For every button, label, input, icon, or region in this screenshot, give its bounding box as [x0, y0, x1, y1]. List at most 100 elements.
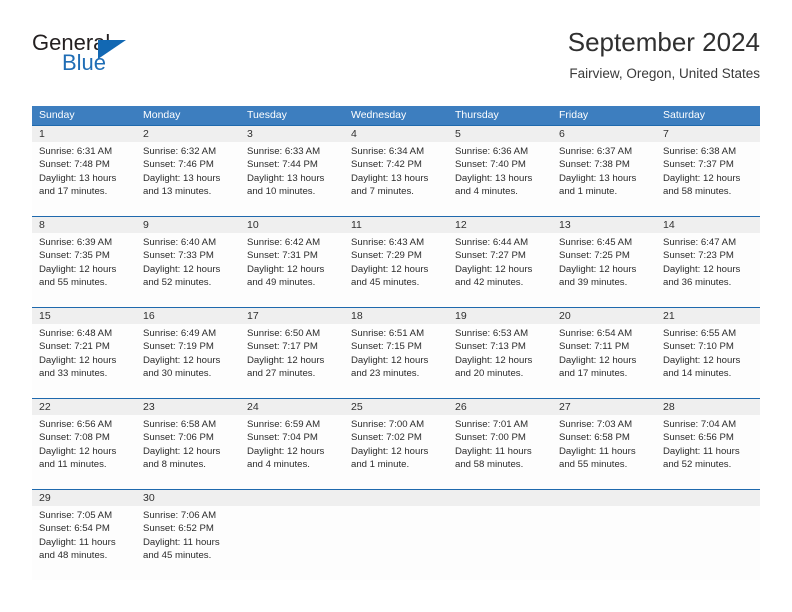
sunrise-text: Sunrise: 6:32 AM [143, 146, 217, 157]
day-cell[interactable]: Sunrise: 6:31 AM Sunset: 7:48 PM Dayligh… [32, 142, 136, 216]
week-row: 1 2 3 4 5 6 7 Sunrise: 6:31 AM Sunset: 7… [32, 125, 760, 216]
day-number: 4 [351, 128, 357, 140]
day-number: 17 [247, 310, 259, 322]
day-cell[interactable]: Sunrise: 6:48 AM Sunset: 7:21 PM Dayligh… [32, 324, 136, 398]
day-cell[interactable]: Sunrise: 6:44 AM Sunset: 7:27 PM Dayligh… [448, 233, 552, 307]
day-cell[interactable]: Sunrise: 6:32 AM Sunset: 7:46 PM Dayligh… [136, 142, 240, 216]
daylight-text-line1: Daylight: 12 hours [39, 445, 117, 457]
day-cell[interactable]: Sunrise: 6:38 AM Sunset: 7:37 PM Dayligh… [656, 142, 760, 216]
week-body: Sunrise: 6:39 AM Sunset: 7:35 PM Dayligh… [32, 233, 760, 307]
daylight-text-line2: and 33 minutes. [39, 368, 108, 380]
brand-logo[interactable]: General Blue [32, 30, 152, 78]
daylight-text-line2: and 4 minutes. [455, 186, 518, 198]
day-cell[interactable]: Sunrise: 6:58 AM Sunset: 7:06 PM Dayligh… [136, 415, 240, 489]
daylight-text-line2: and 55 minutes. [39, 277, 108, 289]
day-cell[interactable]: Sunrise: 6:49 AM Sunset: 7:19 PM Dayligh… [136, 324, 240, 398]
daylight-text-line2: and 52 minutes. [143, 277, 212, 289]
daylight-text-line2: and 7 minutes. [351, 186, 414, 198]
sunrise-text: Sunrise: 7:03 AM [559, 419, 633, 430]
day-cell[interactable]: Sunrise: 6:34 AM Sunset: 7:42 PM Dayligh… [344, 142, 448, 216]
daylight-text-line2: and 17 minutes. [559, 368, 628, 380]
sunrise-text: Sunrise: 7:04 AM [663, 419, 737, 430]
day-cell[interactable]: Sunrise: 6:47 AM Sunset: 7:23 PM Dayligh… [656, 233, 760, 307]
sunrise-text: Sunrise: 6:50 AM [247, 328, 321, 339]
day-cell[interactable]: Sunrise: 6:45 AM Sunset: 7:25 PM Dayligh… [552, 233, 656, 307]
daylight-text-line2: and 49 minutes. [247, 277, 316, 289]
calendar-grid: Sunday Monday Tuesday Wednesday Thursday… [32, 106, 760, 580]
day-cell-empty [240, 506, 344, 580]
daylight-text-line1: Daylight: 11 hours [559, 445, 636, 457]
sunrise-text: Sunrise: 6:59 AM [247, 419, 321, 430]
week-body: Sunrise: 7:05 AM Sunset: 6:54 PM Dayligh… [32, 506, 760, 580]
day-cell[interactable]: Sunrise: 6:54 AM Sunset: 7:11 PM Dayligh… [552, 324, 656, 398]
day-cell[interactable]: Sunrise: 6:53 AM Sunset: 7:13 PM Dayligh… [448, 324, 552, 398]
daylight-text-line1: Daylight: 12 hours [663, 263, 741, 275]
sunset-text: Sunset: 7:48 PM [39, 159, 110, 171]
day-cell[interactable]: Sunrise: 6:55 AM Sunset: 7:10 PM Dayligh… [656, 324, 760, 398]
sunset-text: Sunset: 7:44 PM [247, 159, 318, 171]
day-cell[interactable]: Sunrise: 7:05 AM Sunset: 6:54 PM Dayligh… [32, 506, 136, 580]
day-cell[interactable]: Sunrise: 6:37 AM Sunset: 7:38 PM Dayligh… [552, 142, 656, 216]
day-cell[interactable]: Sunrise: 6:51 AM Sunset: 7:15 PM Dayligh… [344, 324, 448, 398]
title-block: September 2024 Fairview, Oregon, United … [568, 26, 760, 84]
day-cell[interactable]: Sunrise: 7:06 AM Sunset: 6:52 PM Dayligh… [136, 506, 240, 580]
sunrise-text: Sunrise: 6:49 AM [143, 328, 217, 339]
daylight-text-line1: Daylight: 12 hours [143, 445, 221, 457]
daylight-text-line1: Daylight: 12 hours [351, 263, 429, 275]
daylight-text-line1: Daylight: 12 hours [351, 445, 429, 457]
daylight-text-line2: and 39 minutes. [559, 277, 628, 289]
daylight-text-line1: Daylight: 12 hours [455, 354, 533, 366]
day-cell[interactable]: Sunrise: 6:56 AM Sunset: 7:08 PM Dayligh… [32, 415, 136, 489]
day-cell[interactable]: Sunrise: 7:03 AM Sunset: 6:58 PM Dayligh… [552, 415, 656, 489]
week-body: Sunrise: 6:48 AM Sunset: 7:21 PM Dayligh… [32, 324, 760, 398]
sunset-text: Sunset: 7:29 PM [351, 250, 422, 262]
day-cell[interactable]: Sunrise: 6:39 AM Sunset: 7:35 PM Dayligh… [32, 233, 136, 307]
day-number: 23 [143, 401, 155, 413]
daylight-text-line2: and 30 minutes. [143, 368, 212, 380]
daylight-text-line1: Daylight: 13 hours [559, 172, 637, 184]
day-cell[interactable]: Sunrise: 7:04 AM Sunset: 6:56 PM Dayligh… [656, 415, 760, 489]
sunset-text: Sunset: 7:31 PM [247, 250, 318, 262]
sunrise-text: Sunrise: 6:51 AM [351, 328, 425, 339]
sunset-text: Sunset: 7:06 PM [143, 432, 214, 444]
sunrise-text: Sunrise: 6:38 AM [663, 146, 737, 157]
daylight-text-line1: Daylight: 11 hours [39, 536, 116, 548]
weekday-header-saturday: Saturday [663, 109, 706, 121]
day-cell[interactable]: Sunrise: 6:59 AM Sunset: 7:04 PM Dayligh… [240, 415, 344, 489]
daylight-text-line2: and 45 minutes. [351, 277, 420, 289]
daylight-text-line1: Daylight: 13 hours [455, 172, 533, 184]
daylight-text-line1: Daylight: 12 hours [39, 354, 117, 366]
weekday-header-wednesday: Wednesday [351, 109, 407, 121]
daylight-text-line2: and 52 minutes. [663, 459, 732, 471]
day-cell[interactable]: Sunrise: 7:01 AM Sunset: 7:00 PM Dayligh… [448, 415, 552, 489]
location-subtitle: Fairview, Oregon, United States [569, 66, 760, 81]
daylight-text-line2: and 23 minutes. [351, 368, 420, 380]
day-cell[interactable]: Sunrise: 6:42 AM Sunset: 7:31 PM Dayligh… [240, 233, 344, 307]
day-number-band: 1 2 3 4 5 6 7 [32, 126, 760, 142]
day-number: 2 [143, 128, 149, 140]
weekday-header-friday: Friday [559, 109, 589, 121]
day-cell[interactable]: Sunrise: 7:00 AM Sunset: 7:02 PM Dayligh… [344, 415, 448, 489]
sunrise-text: Sunrise: 6:42 AM [247, 237, 321, 248]
day-number: 8 [39, 219, 45, 231]
daylight-text-line2: and 11 minutes. [39, 459, 107, 471]
sunrise-text: Sunrise: 6:36 AM [455, 146, 529, 157]
day-number-band: 29 30 [32, 490, 760, 506]
day-number: 12 [455, 219, 467, 231]
brand-name-blue: Blue [62, 50, 107, 75]
sunset-text: Sunset: 7:00 PM [455, 432, 526, 444]
day-cell[interactable]: Sunrise: 6:43 AM Sunset: 7:29 PM Dayligh… [344, 233, 448, 307]
daylight-text-line1: Daylight: 11 hours [455, 445, 532, 457]
day-number: 18 [351, 310, 363, 322]
day-cell[interactable]: Sunrise: 6:50 AM Sunset: 7:17 PM Dayligh… [240, 324, 344, 398]
day-cell[interactable]: Sunrise: 6:36 AM Sunset: 7:40 PM Dayligh… [448, 142, 552, 216]
day-number-empty [552, 490, 656, 506]
daylight-text-line1: Daylight: 11 hours [143, 536, 220, 548]
week-row: 29 30 Sunrise: 7:05 AM Sunset: 6:54 PM D… [32, 489, 760, 580]
day-number: 10 [247, 219, 259, 231]
day-cell[interactable]: Sunrise: 6:40 AM Sunset: 7:33 PM Dayligh… [136, 233, 240, 307]
sunrise-text: Sunrise: 6:34 AM [351, 146, 425, 157]
day-cell[interactable]: Sunrise: 6:33 AM Sunset: 7:44 PM Dayligh… [240, 142, 344, 216]
sunset-text: Sunset: 7:19 PM [143, 341, 214, 353]
sunset-text: Sunset: 6:58 PM [559, 432, 630, 444]
